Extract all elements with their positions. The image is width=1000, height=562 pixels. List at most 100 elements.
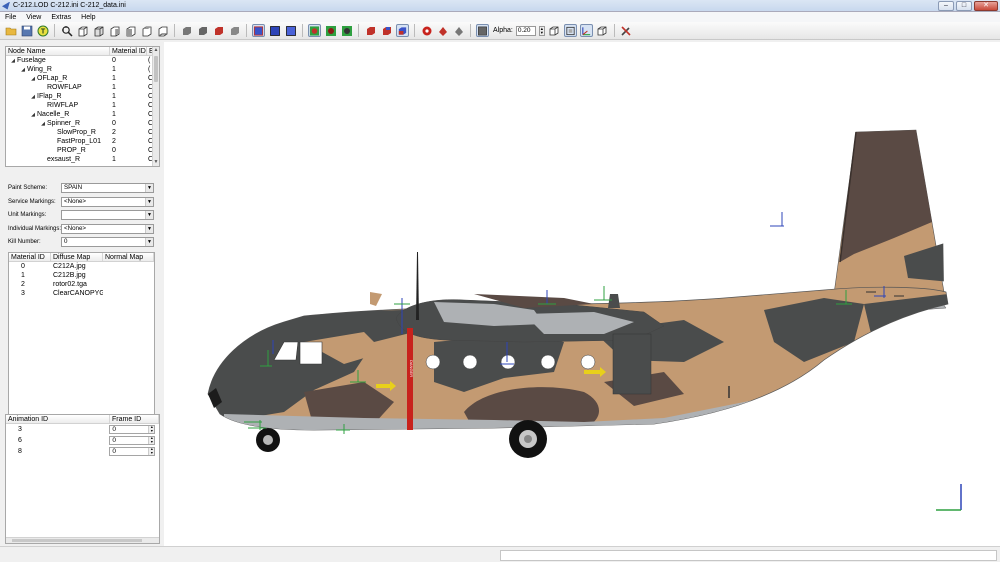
- frame-id-spinner[interactable]: 0 ▲ ▼: [109, 425, 156, 434]
- cube-red-icon[interactable]: [380, 24, 393, 37]
- scroll-up-icon[interactable]: ▲: [153, 47, 159, 54]
- solid-gray-icon[interactable]: [180, 24, 193, 37]
- spin-arrows-icon[interactable]: ▲ ▼: [148, 437, 155, 444]
- menu-view[interactable]: View: [21, 14, 46, 21]
- wireframe-blue-icon[interactable]: [252, 24, 265, 37]
- expand-arrow-icon[interactable]: ◢: [19, 66, 27, 74]
- animation-row[interactable]: 6 0 ▲ ▼: [6, 435, 159, 446]
- solid-gray-icon[interactable]: [196, 24, 209, 37]
- frame-id-spinner[interactable]: 0 ▲ ▼: [109, 447, 156, 456]
- column-frame-id[interactable]: Frame ID: [110, 415, 159, 423]
- tree-node-row[interactable]: ◢ IFlap_R 1 C: [6, 92, 159, 101]
- save-icon[interactable]: [20, 24, 33, 37]
- tree-node-row[interactable]: ◢ Fuselage 0(: [6, 56, 159, 65]
- solid-gray-icon[interactable]: [228, 24, 241, 37]
- scroll-thumb[interactable]: [12, 539, 142, 542]
- column-node-name[interactable]: Node Name: [6, 47, 110, 55]
- axes-icon[interactable]: [579, 24, 593, 37]
- cube-red-icon[interactable]: [364, 24, 377, 37]
- spin-arrows-icon[interactable]: ▲ ▼: [148, 426, 155, 433]
- column-material-id[interactable]: Material ID: [9, 253, 51, 261]
- box-shade-icon[interactable]: [476, 24, 489, 37]
- expand-arrow-icon[interactable]: ◢: [29, 111, 37, 119]
- menu-file[interactable]: File: [0, 14, 21, 21]
- frame-id-spinner[interactable]: 0 ▲ ▼: [109, 436, 156, 445]
- menu-help[interactable]: Help: [76, 14, 100, 21]
- zoom-icon[interactable]: [60, 24, 73, 37]
- alpha-input[interactable]: 0.20: [515, 25, 536, 36]
- minimize-button[interactable]: –: [938, 1, 954, 11]
- tree-node-name: FastProp_L01: [57, 138, 101, 145]
- animations-table[interactable]: Animation ID Frame ID 3 0 ▲ ▼ 6 0 ▲ ▼ 8 0 ▲ ▼: [5, 414, 160, 544]
- material-row[interactable]: 2 rotor02.tga: [9, 280, 154, 289]
- spin-arrows-icon[interactable]: ▲ ▼: [148, 448, 155, 455]
- menu-extras[interactable]: Extras: [46, 14, 76, 21]
- view-front-icon[interactable]: [76, 24, 89, 37]
- view-bottom-icon[interactable]: [156, 24, 169, 37]
- sphere-green-icon[interactable]: [324, 24, 337, 37]
- tree-node-row[interactable]: ◢ OFLap_R 1 C: [6, 74, 159, 83]
- solid-red-icon[interactable]: [212, 24, 225, 37]
- tree-node-row[interactable]: ◢ Spinner_R 0 C: [6, 119, 159, 128]
- aircraft-model[interactable]: DANGER: [164, 42, 1000, 546]
- open-folder-icon[interactable]: [4, 24, 17, 37]
- column-animation-id[interactable]: Animation ID: [6, 415, 110, 423]
- individual-markings-select[interactable]: <None> ▼: [61, 224, 154, 234]
- column-diffuse-map[interactable]: Diffuse Map: [51, 253, 103, 261]
- lamp-red-icon[interactable]: [436, 24, 449, 37]
- cube-outline-icon[interactable]: [596, 24, 609, 37]
- paint-scheme-select[interactable]: SPAIN ▼: [61, 183, 154, 193]
- close-button[interactable]: ✕: [974, 1, 998, 11]
- animation-id-cell: 3: [18, 426, 22, 433]
- material-row[interactable]: 0 C212A.jpg: [9, 262, 154, 271]
- wireframe-blue-icon[interactable]: [268, 24, 281, 37]
- expand-arrow-icon[interactable]: ◢: [39, 120, 47, 128]
- tree-node-material: 1: [112, 84, 116, 91]
- node-tree-scrollbar[interactable]: ▲ ▼: [152, 47, 159, 166]
- model-viewport[interactable]: DANGER: [164, 42, 1000, 546]
- sphere-green-icon[interactable]: [308, 24, 321, 37]
- column-normal-map[interactable]: Normal Map: [103, 253, 154, 261]
- toolbar-separator: [613, 24, 615, 37]
- cube-blue-icon[interactable]: [396, 24, 409, 37]
- view-top-icon[interactable]: [140, 24, 153, 37]
- wire-box-icon[interactable]: [548, 24, 561, 37]
- texture-t-icon[interactable]: T: [36, 24, 49, 37]
- expand-arrow-icon[interactable]: ◢: [29, 93, 37, 101]
- expand-arrow-icon[interactable]: ◢: [29, 75, 37, 83]
- maximize-button[interactable]: □: [956, 1, 972, 11]
- sphere-green-icon[interactable]: [340, 24, 353, 37]
- tree-node-row[interactable]: ROWFLAP 1 C: [6, 83, 159, 92]
- materials-table[interactable]: Material ID Diffuse Map Normal Map 0 C212…: [8, 252, 155, 440]
- tree-node-row[interactable]: SlowProp_R 2 C: [6, 128, 159, 137]
- node-tree[interactable]: Node Name Material ID E ◢Fuselage0(◢Wing…: [5, 46, 160, 167]
- wireframe-blue-icon[interactable]: [284, 24, 297, 37]
- view-back-icon[interactable]: [92, 24, 105, 37]
- tools-icon[interactable]: [620, 24, 633, 37]
- bounding-box-icon[interactable]: [563, 24, 577, 37]
- tree-node-row[interactable]: FastProp_L01 2 C: [6, 137, 159, 146]
- tree-node-row[interactable]: RIWFLAP 1 C: [6, 101, 159, 110]
- kill-number-select[interactable]: 0 ▼: [61, 237, 154, 247]
- animations-hscrollbar[interactable]: [6, 537, 159, 543]
- alpha-spinner[interactable]: ▲ ▼: [538, 25, 545, 36]
- scroll-down-icon[interactable]: ▼: [153, 159, 159, 166]
- service-markings-select[interactable]: <None> ▼: [61, 197, 154, 207]
- expand-arrow-icon[interactable]: ◢: [9, 57, 17, 65]
- tree-node-row[interactable]: PROP_R 0 C: [6, 146, 159, 155]
- animation-row[interactable]: 3 0 ▲ ▼: [6, 424, 159, 435]
- scroll-thumb[interactable]: [154, 56, 158, 82]
- animation-row[interactable]: 8 0 ▲ ▼: [6, 446, 159, 457]
- material-row[interactable]: 3 ClearCANOPYG...: [9, 289, 154, 298]
- view-right-icon[interactable]: [124, 24, 137, 37]
- tree-node-row[interactable]: ◢ Wing_R 1(: [6, 65, 159, 74]
- material-row[interactable]: 1 C212B.jpg: [9, 271, 154, 280]
- lamp-gray-icon[interactable]: [452, 24, 465, 37]
- column-material-id[interactable]: Material ID: [110, 47, 147, 55]
- tree-node-row[interactable]: exsaust_R 1 C: [6, 155, 159, 164]
- gear-red-icon[interactable]: [420, 24, 433, 37]
- unit-markings-select[interactable]: ▼: [61, 210, 154, 220]
- tree-node-name: OFLap_R: [37, 75, 68, 82]
- view-left-icon[interactable]: [108, 24, 121, 37]
- tree-node-row[interactable]: ◢ Nacelle_R 1 C: [6, 110, 159, 119]
